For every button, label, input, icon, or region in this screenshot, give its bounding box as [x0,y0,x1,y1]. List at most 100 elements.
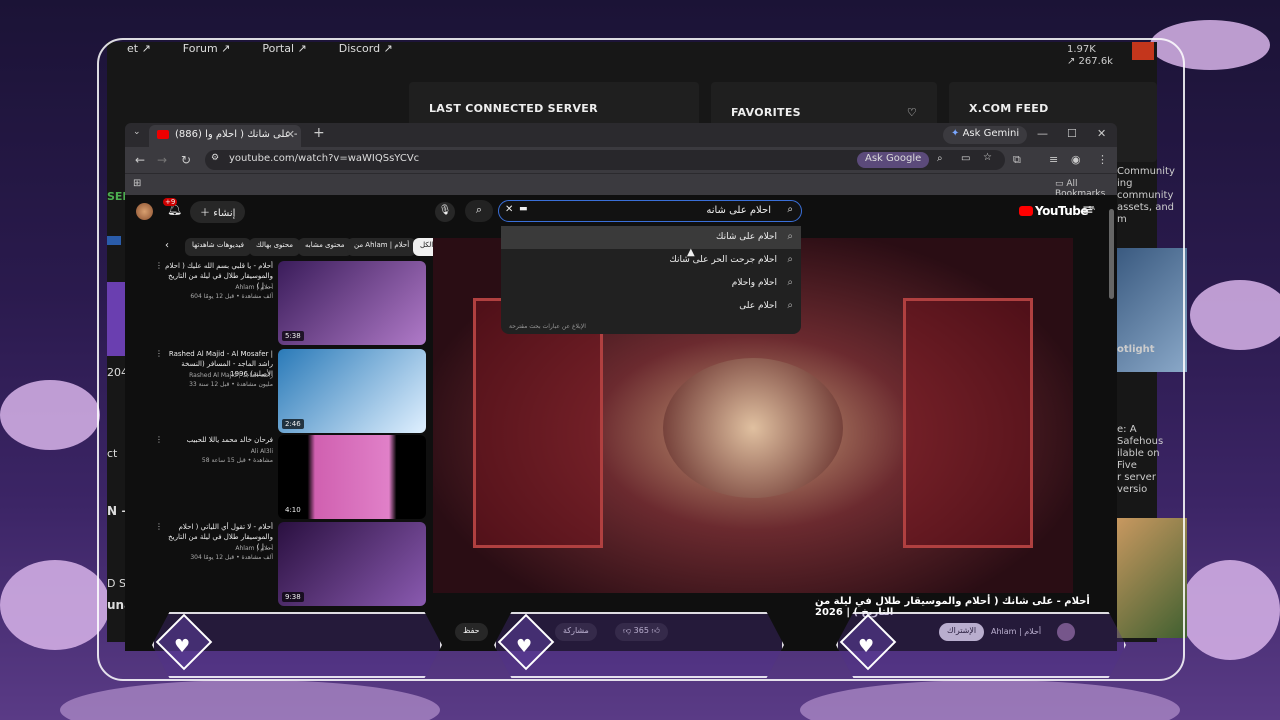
side-fragment: assets, and m [1117,202,1175,225]
create-label: إنشاء [213,208,236,219]
ask-google-button[interactable]: Ask Google [857,152,930,168]
forward-icon[interactable]: → [157,153,167,167]
keyboard-icon[interactable]: ▬ [519,204,528,214]
maximize-button[interactable]: ☐ [1067,127,1077,140]
more-icon[interactable]: ⋮ [155,522,163,531]
menu-icon[interactable]: ≡ [1082,202,1094,218]
side-fragment: Community ing community assets, and m [1117,166,1175,226]
menu-dots-icon[interactable]: ⋮ [1097,153,1108,166]
list-item[interactable]: ⋮ أحلام - يا قلبي بسم الله عليك ( احلام … [155,261,426,345]
chip[interactable]: محتوى مشابه [298,238,352,256]
suggestion-item[interactable]: احلام جرحت الحر على شانك ⌕ [501,249,801,272]
avatar[interactable] [136,203,153,220]
more-icon[interactable]: ⋮ [155,261,163,270]
cast-icon[interactable]: ▭ [961,153,970,164]
list-item[interactable]: ⋮ فرحان خالد محمد ياللا للحبيب Ali Al3li… [155,435,426,519]
suggestion-item[interactable]: احلام على شانك ⌕ [501,226,801,249]
reco-thumbnail[interactable]: 9:38 [278,522,426,606]
reco-meta: 58 مشاهدة • قبل 15 ساعة [201,457,273,464]
search-button[interactable]: ⌕ [465,200,493,222]
plus-icon: ＋ [200,208,214,219]
media-icon[interactable]: ≡ [1049,153,1058,166]
list-item[interactable]: ⋮ أحلام - لا تقول أي اللياتي ( احلام وال… [155,522,426,606]
side-fragment: Community [1117,166,1175,177]
chip[interactable]: فيديوهات شاهدتها [185,238,252,256]
notification-badge: +9 [163,198,178,206]
search-icon: ⌕ [787,231,793,242]
sparkle-icon: ✦ [951,128,963,139]
portal-link[interactable]: Portal ↗ [262,42,306,58]
create-button[interactable]: ＋ إنشاء [190,201,246,223]
cloud-decoration [60,680,440,720]
logo-text: YouTube [1035,204,1089,218]
address-bar[interactable]: ⚙ youtube.com/watch?v=waWIQSsYCVc Ask Go… [205,150,1005,170]
new-tab-button[interactable]: + [313,125,325,141]
portal-red-button[interactable] [1132,42,1154,60]
reco-channel: Ahlam | أحلام [235,545,273,552]
more-icon[interactable]: ⋮ [155,349,163,358]
extensions-icon[interactable]: ⧉ [1013,153,1021,167]
reco-thumbnail[interactable]: 5:38 [278,261,426,345]
stat-value: ↗ 267.6k [1067,56,1113,67]
reload-icon[interactable]: ↻ [181,153,191,167]
tab-strip: ⌄ (886) أحلام - على شانك ( احلام وا ✕ + … [125,123,1117,147]
search-value: احلام على شانه [706,205,771,216]
heart-icon: ♥ [858,636,875,657]
youtube-favicon [157,130,169,139]
tab-youtube[interactable]: (886) أحلام - على شانك ( احلام وا ✕ [149,125,301,147]
reco-meta: 304 ألف مشاهدة • قبل 12 يومًا [190,554,273,561]
back-icon[interactable]: ← [135,153,145,167]
card-title: LAST CONNECTED SERVER [429,102,598,115]
suggestion-item[interactable]: احلام على ⌕ [501,295,801,318]
search-suggestions: احلام على شانك ⌕ احلام جرحت الحر على شانك… [501,226,801,334]
heart-icon[interactable]: ♡ [907,106,917,119]
discord-link[interactable]: Discord ↗ [339,42,393,58]
save-button[interactable]: حفظ [455,623,488,641]
card-title: FAVORITES [731,106,801,119]
minimize-button[interactable]: — [1037,127,1048,140]
scrollbar[interactable] [1109,209,1114,299]
feed-image [1117,518,1187,638]
tab-search-icon[interactable]: ⌄ [133,127,141,137]
browser-window: ⌄ (886) أحلام - على شانك ( احلام وا ✕ + … [125,123,1117,651]
reco-channel: Ali Al3li [250,448,273,455]
reco-channel: Rashed Al Majid | راشد الماجد [189,372,273,379]
stage-decor [473,298,603,548]
reco-channel: Ahlam | أحلام [235,284,273,291]
tab-title: (886) أحلام - على شانك ( احلام وا [175,129,301,140]
chevron-left-icon[interactable]: ‹ [165,240,169,251]
ask-gemini-button[interactable]: ✦ Ask Gemini [943,126,1028,144]
side-fragment: e: A Safehous ilable on Five r server ve… [1117,424,1163,496]
mic-icon[interactable]: 🎙︎ [435,202,455,222]
chip[interactable]: محتوى بهالك [249,238,301,256]
zoom-icon[interactable]: ⌕ [937,153,943,164]
site-info-icon[interactable]: ⚙ [211,153,219,163]
clear-search-icon[interactable]: ✕ [505,204,513,215]
portal-link-fragment[interactable]: et ↗ [127,42,151,58]
search-icon: ⌕ [787,204,793,215]
side-banner [107,282,125,356]
close-window-button[interactable]: ✕ [1097,127,1106,140]
suggestion-item[interactable]: احلام واحلام ⌕ [501,272,801,295]
forum-link[interactable]: Forum ↗ [183,42,231,58]
search-input[interactable]: ✕ ▬ احلام على شانه ⌕ [498,200,802,222]
more-icon[interactable]: ⋮ [155,435,163,444]
suggestion-text: احلام واحلام [731,278,777,288]
bookmarks-bar: ⊞ ▭ All Bookmarks [125,173,1117,199]
search-icon: ⌕ [787,300,793,311]
list-item[interactable]: ⋮ Rashed Al Majid - Al Mosafer | راشد ال… [155,349,426,433]
portal-top-links: et ↗ Forum ↗ Portal ↗ Discord ↗ [107,42,393,58]
chip[interactable]: من Ahlam | أحلام [347,238,417,256]
reco-thumbnail[interactable]: 4:10 [278,435,426,519]
side-fragment: r server versio [1117,472,1156,495]
close-tab-icon[interactable]: ✕ [286,128,295,141]
duration-badge: 4:10 [282,505,304,515]
cloud-decoration [1190,280,1280,350]
heart-icon: ♥ [174,636,191,657]
gemini-label: Ask Gemini [962,128,1020,139]
reco-thumbnail[interactable]: 2:46 [278,349,426,433]
bookmark-star-icon[interactable]: ☆ [983,152,992,163]
profile-icon[interactable]: ◉ [1071,153,1081,166]
apps-icon[interactable]: ⊞ [133,178,141,189]
report-suggestions-link[interactable]: الإبلاغ عن عبارات بحث مقترحة [509,323,586,330]
